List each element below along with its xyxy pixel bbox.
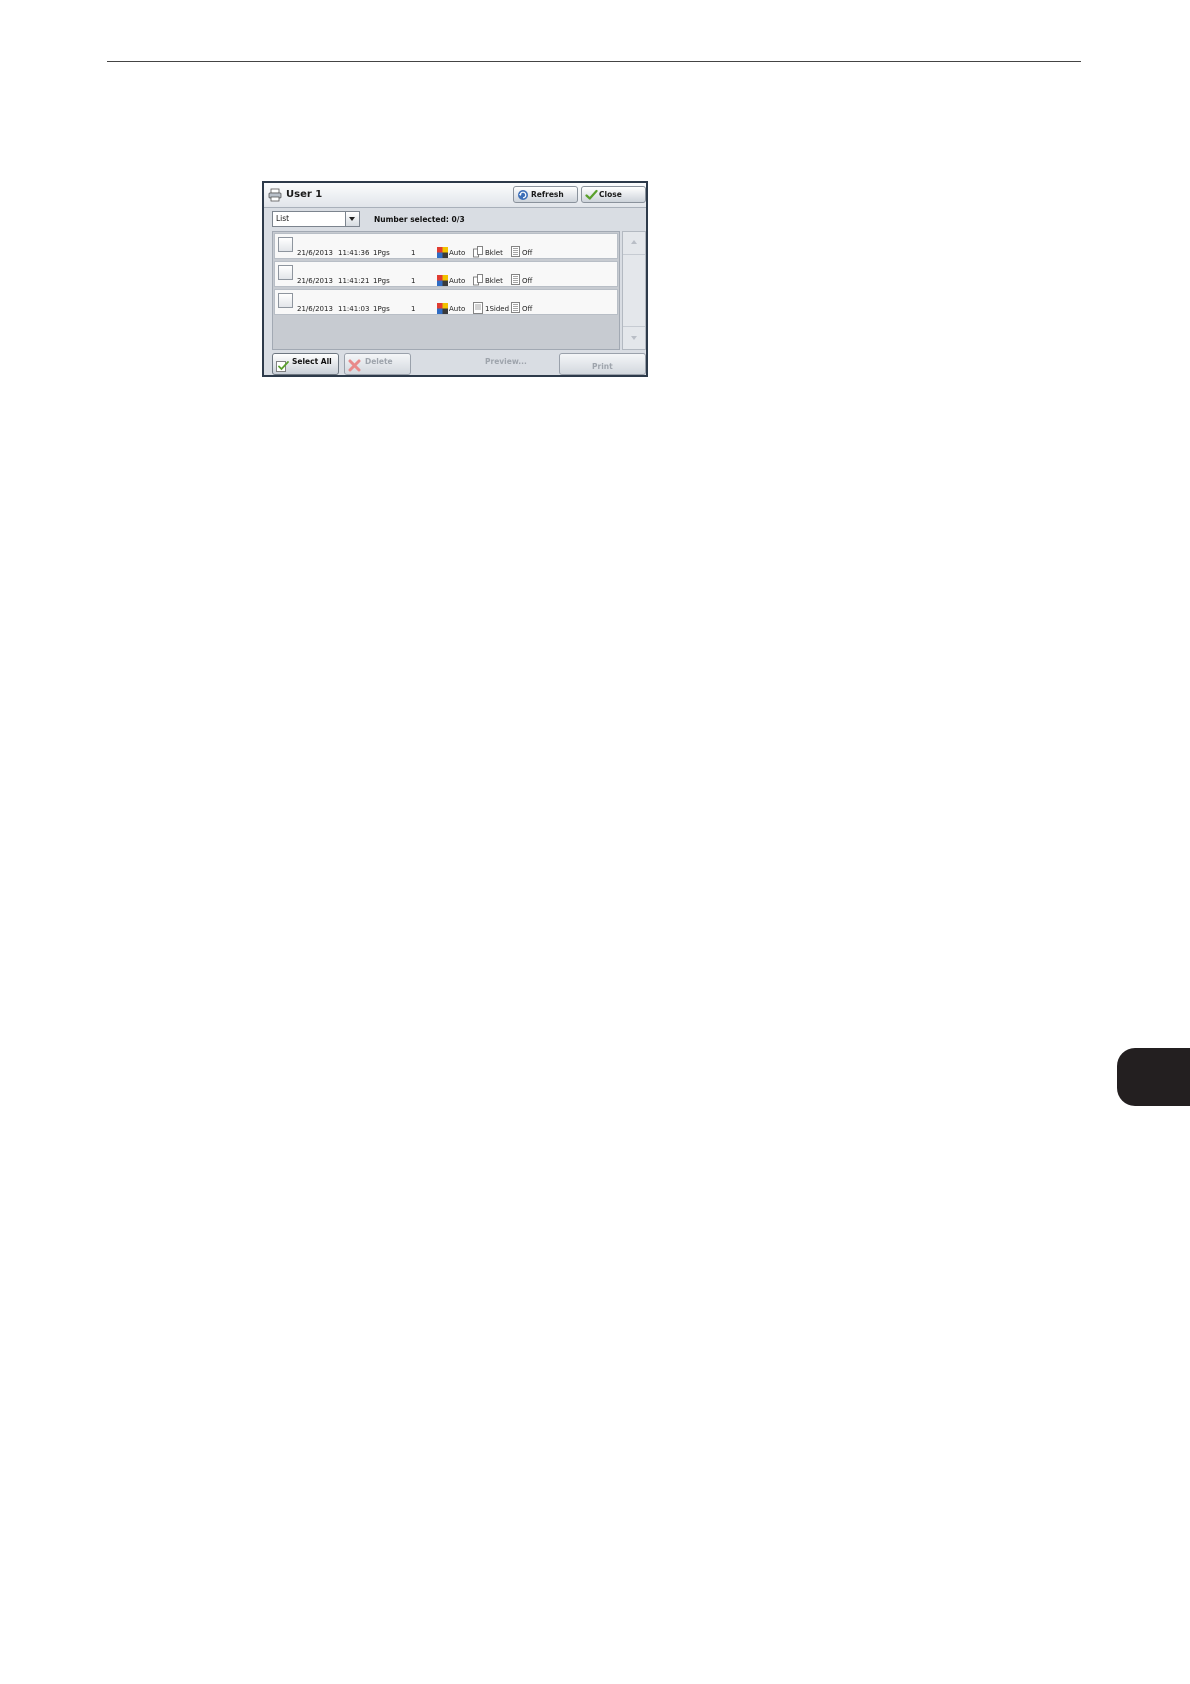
staple-icon	[511, 246, 520, 257]
job-pages: 1Pgs	[373, 277, 390, 285]
preview-button[interactable]: Preview...	[414, 353, 556, 375]
refresh-label: Refresh	[531, 190, 564, 199]
select-all-label: Select All	[292, 357, 332, 366]
print-button[interactable]: Print	[559, 353, 646, 375]
job-row[interactable]: 21/6/2013 11:41:03 1Pgs 1 Auto 1Sided Of…	[274, 289, 618, 315]
view-mode-dropdown[interactable]: List	[272, 211, 360, 227]
job-checkbox[interactable]	[278, 293, 293, 308]
close-label: Close	[599, 190, 622, 199]
chevron-down-icon[interactable]	[345, 212, 359, 226]
select-all-button[interactable]: Select All	[272, 353, 339, 375]
print-label: Print	[592, 362, 613, 371]
job-row[interactable]: 21/6/2013 11:41:36 1Pgs 1 Auto Bklet Off	[274, 233, 618, 259]
staple-icon	[511, 274, 520, 285]
delete-label: Delete	[365, 357, 393, 366]
job-staple: Off	[522, 249, 533, 257]
chapter-tab	[1117, 1048, 1190, 1106]
delete-button[interactable]: Delete	[344, 353, 411, 375]
close-button[interactable]: Close	[581, 186, 646, 203]
page-header-rule	[107, 61, 1081, 62]
title-bar: User 1 Refresh Close	[264, 183, 646, 208]
job-color-mode: Auto	[449, 249, 466, 257]
job-staple: Off	[522, 305, 533, 313]
window-title: User 1	[286, 189, 323, 200]
job-sides: Bklet	[485, 249, 503, 257]
select-all-icon	[276, 361, 289, 372]
scroll-down-button[interactable]	[623, 326, 645, 349]
list-scrollbar[interactable]	[622, 231, 646, 350]
color-mode-icon	[437, 303, 448, 314]
job-time: 11:41:21	[338, 277, 370, 285]
one-sided-icon	[473, 302, 483, 314]
staple-icon	[511, 302, 520, 313]
job-sides: Bklet	[485, 277, 503, 285]
user-job-list-panel: User 1 Refresh Close List Number selecte…	[262, 181, 648, 377]
job-time: 11:41:36	[338, 249, 370, 257]
job-sides: 1Sided	[485, 305, 510, 313]
job-staple: Off	[522, 277, 533, 285]
job-date: 21/6/2013	[297, 249, 333, 257]
job-pages: 1Pgs	[373, 305, 390, 313]
color-mode-icon	[437, 275, 448, 286]
printer-icon	[268, 188, 282, 202]
job-color-mode: Auto	[449, 277, 466, 285]
color-mode-icon	[437, 247, 448, 258]
scroll-up-button[interactable]	[623, 232, 645, 255]
job-time: 11:41:03	[338, 305, 370, 313]
job-date: 21/6/2013	[297, 305, 333, 313]
job-list: 21/6/2013 11:41:36 1Pgs 1 Auto Bklet Off…	[272, 231, 620, 350]
job-color-mode: Auto	[449, 305, 466, 313]
refresh-button[interactable]: Refresh	[513, 186, 578, 203]
job-row[interactable]: 21/6/2013 11:41:21 1Pgs 1 Auto Bklet Off	[274, 261, 618, 287]
job-checkbox[interactable]	[278, 237, 293, 252]
booklet-icon	[473, 246, 483, 258]
booklet-icon	[473, 274, 483, 286]
job-quantity: 1	[411, 249, 416, 257]
preview-label: Preview...	[485, 357, 527, 366]
delete-x-icon	[348, 359, 361, 372]
number-selected-status: Number selected: 0/3	[374, 215, 465, 224]
job-quantity: 1	[411, 277, 416, 285]
view-mode-value: List	[276, 214, 290, 223]
refresh-icon	[518, 190, 528, 200]
job-pages: 1Pgs	[373, 249, 390, 257]
job-quantity: 1	[411, 305, 416, 313]
job-checkbox[interactable]	[278, 265, 293, 280]
checkmark-icon	[585, 189, 598, 200]
job-date: 21/6/2013	[297, 277, 333, 285]
